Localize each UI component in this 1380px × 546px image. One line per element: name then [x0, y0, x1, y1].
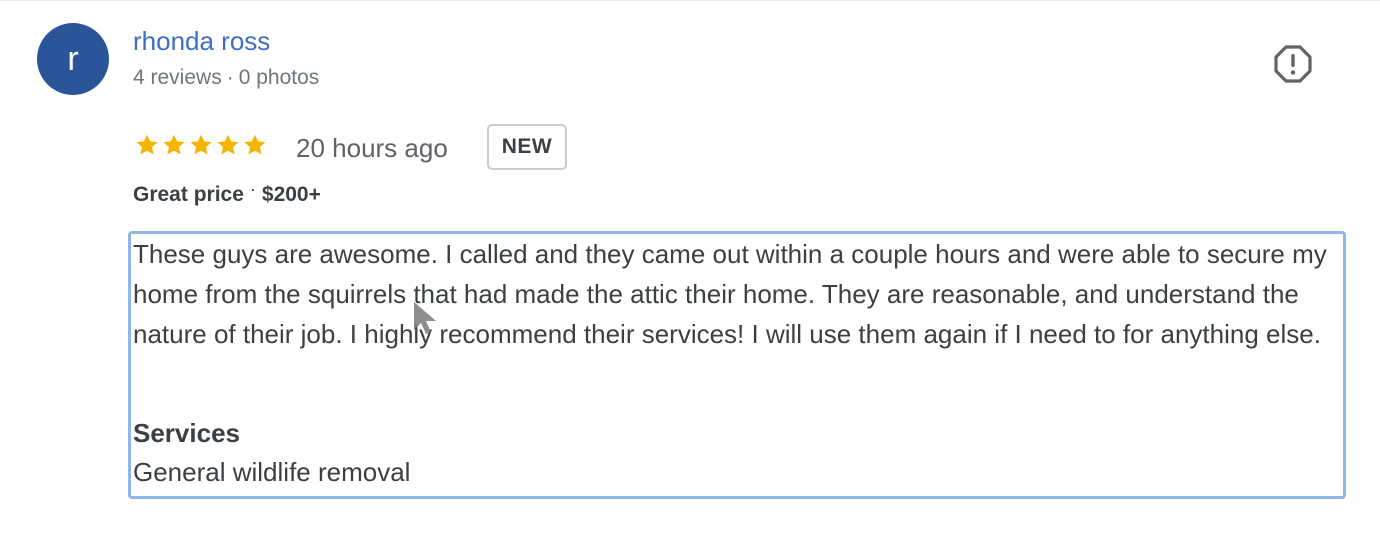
- avatar[interactable]: r: [37, 23, 109, 95]
- mouse-cursor-icon: [414, 302, 436, 334]
- reviewer-meta: 4 reviews · 0 photos: [133, 66, 319, 90]
- star-icon: [136, 134, 158, 155]
- services-heading: Services: [133, 418, 240, 448]
- services-value: General wildlife removal: [133, 457, 411, 487]
- review-count: 4 reviews: [133, 66, 222, 89]
- attribute-separator: ·: [249, 179, 256, 199]
- star-rating: [134, 132, 268, 158]
- price-label: Great price: [133, 183, 244, 206]
- new-badge: NEW: [487, 124, 567, 170]
- meta-separator: ·: [226, 66, 234, 89]
- star-icon: [244, 134, 266, 155]
- reviewer-name-link[interactable]: rhonda ross: [133, 26, 270, 57]
- avatar-initial: r: [67, 39, 79, 78]
- top-divider: [0, 0, 1380, 1]
- review-text: These guys are awesome. I called and the…: [133, 239, 1327, 349]
- report-flag-icon[interactable]: [1273, 44, 1313, 84]
- review-time: 20 hours ago: [296, 133, 448, 163]
- star-icon: [217, 134, 239, 155]
- photo-count: 0 photos: [238, 66, 320, 89]
- price-range: $200+: [261, 183, 321, 206]
- star-icon: [190, 134, 212, 155]
- price-attributes: Great price · $200+: [133, 179, 321, 207]
- star-icon: [163, 134, 185, 155]
